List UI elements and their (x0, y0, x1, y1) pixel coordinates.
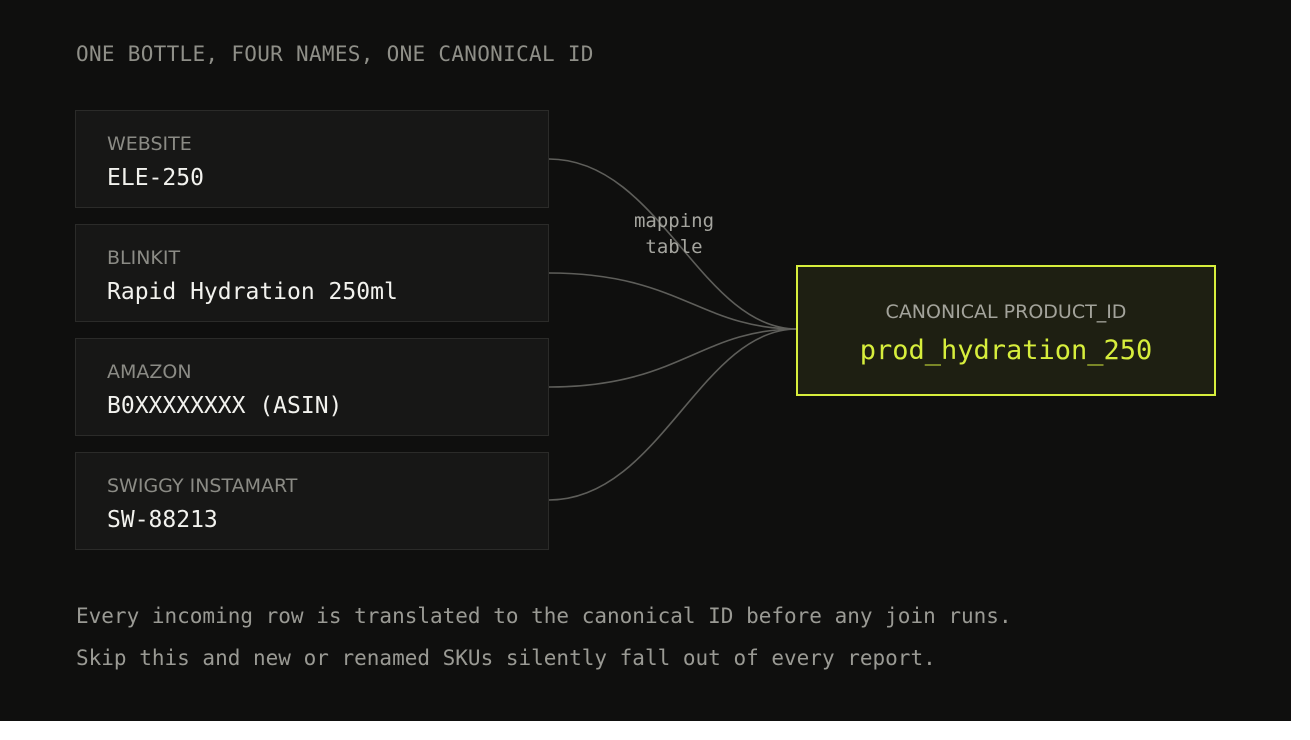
source-sku-value: Rapid Hydration 250ml (107, 279, 398, 305)
source-channel-label: WEBSITE (107, 133, 192, 155)
caption-line-1: Every incoming row is translated to the … (76, 604, 1012, 628)
source-channel-label: SWIGGY INSTAMART (107, 475, 298, 497)
source-card-amazon: AMAZON B0XXXXXXXX (ASIN) (75, 338, 549, 436)
source-sku-value: ELE-250 (107, 165, 204, 191)
canonical-id-label: CANONICAL PRODUCT_ID (885, 301, 1127, 323)
canonical-id-card: CANONICAL PRODUCT_ID prod_hydration_250 (796, 265, 1216, 396)
source-card-blinkit: BLINKIT Rapid Hydration 250ml (75, 224, 549, 322)
mapping-table-label: mapping table (614, 208, 734, 260)
mapping-label-line-2: table (645, 236, 703, 258)
canonical-id-value: prod_hydration_250 (859, 335, 1153, 366)
caption-line-2: Skip this and new or renamed SKUs silent… (76, 646, 936, 670)
source-channel-label: AMAZON (107, 361, 192, 383)
source-card-swiggy-instamart: SWIGGY INSTAMART SW-88213 (75, 452, 549, 550)
mapping-label-line-1: mapping (633, 210, 715, 232)
connector-swiggy (548, 328, 798, 501)
source-sku-value: SW-88213 (107, 507, 218, 533)
source-sku-value: B0XXXXXXXX (ASIN) (107, 393, 343, 419)
source-card-website: WEBSITE ELE-250 (75, 110, 549, 208)
diagram-canvas: ONE BOTTLE, FOUR NAMES, ONE CANONICAL ID… (0, 0, 1291, 721)
source-channel-label: BLINKIT (107, 247, 181, 269)
